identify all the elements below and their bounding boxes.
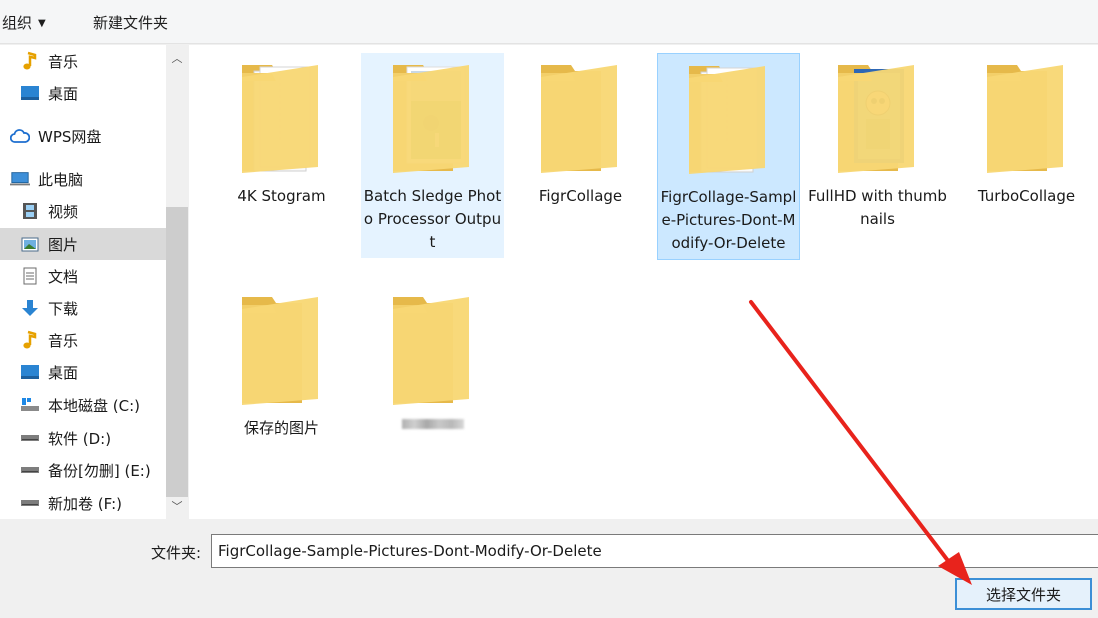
- computer-icon: [10, 170, 30, 188]
- scrollbar-thumb[interactable]: [166, 207, 188, 497]
- nav-item-label: WPS网盘: [38, 127, 102, 146]
- folder-name: 保存的图片: [243, 419, 319, 437]
- scroll-up-icon[interactable]: ︿: [166, 45, 188, 71]
- toolbar: 组织 ▼ 新建文件夹: [0, 0, 1098, 44]
- download-arrow-icon: [20, 299, 40, 317]
- folder-item[interactable]: FigrCollage-Sample-Pictures-Dont-Modify-…: [657, 53, 800, 260]
- caret-down-icon: ▼: [38, 18, 46, 29]
- nav-item[interactable]: 备份[勿删] (E:): [0, 454, 166, 486]
- folder-name: Batch Sledge Photo Processor Output: [363, 187, 502, 251]
- nav-item[interactable]: 音乐: [0, 45, 166, 77]
- nav-item[interactable]: 软件 (D:): [0, 422, 166, 454]
- nav-item[interactable]: 下载: [0, 292, 166, 324]
- navigation-pane: 音乐 桌面 WPS网盘 此电脑 视频 图片 文档 下载 音乐 桌面 本地磁盘 (C:) 软件 (D:)…: [0, 45, 188, 519]
- folder-icon: [383, 285, 483, 411]
- nav-item-label: 备份[勿删] (E:): [48, 461, 151, 480]
- folder-name: FigrCollage: [538, 187, 623, 205]
- folder-icon: [531, 53, 631, 179]
- nav-item-label: 文档: [48, 267, 79, 286]
- folder-item[interactable]: FigrCollage: [509, 53, 652, 212]
- document-icon: [20, 267, 40, 285]
- nav-item[interactable]: 文档: [0, 260, 166, 292]
- music-note-icon: [20, 51, 40, 70]
- folder-content-area: 4K Stogram Batch Sledge Photo Processor O…: [189, 45, 1098, 519]
- folder-icon: [977, 53, 1077, 179]
- dialog-footer: 文件夹: 选择文件夹: [0, 519, 1098, 618]
- nav-item-label: 音乐: [48, 52, 79, 71]
- folder-icon: [232, 53, 332, 179]
- desktop-icon: [20, 84, 40, 102]
- drive-icon: [20, 494, 40, 512]
- folder-name: 4K Stogram: [237, 187, 326, 205]
- folder-icon: [232, 285, 332, 411]
- nav-item[interactable]: 桌面: [0, 77, 166, 109]
- video-icon: [20, 202, 40, 220]
- folder-icon: [828, 53, 928, 179]
- folder-name-input[interactable]: [211, 534, 1098, 568]
- nav-item[interactable]: 图片: [0, 228, 166, 260]
- blurred-folder-name: [401, 419, 464, 429]
- cloud-icon: [10, 127, 30, 145]
- drive-icon: [20, 461, 40, 479]
- folder-item[interactable]: TurboCollage: [955, 53, 1098, 212]
- folder-icon: [383, 53, 483, 179]
- scroll-down-icon[interactable]: ﹀: [166, 493, 188, 519]
- nav-item-label: 图片: [48, 235, 79, 254]
- nav-item-label: 视频: [48, 202, 79, 221]
- nav-item[interactable]: 视频: [0, 195, 166, 227]
- drive-icon: [20, 429, 40, 447]
- nav-item-label: 软件 (D:): [48, 429, 112, 448]
- organize-menu-button[interactable]: 组织 ▼: [2, 12, 46, 33]
- folder-name: FullHD with thumbnails: [808, 187, 947, 228]
- nav-item-label: 下载: [48, 299, 79, 318]
- nav-item[interactable]: 此电脑: [0, 163, 166, 195]
- folder-name: TurboCollage: [977, 187, 1076, 205]
- nav-scrollbar[interactable]: ︿ ﹀: [166, 45, 188, 519]
- folder-field-label: 文件夹:: [151, 544, 202, 562]
- desktop-icon: [20, 363, 40, 381]
- nav-item-label: 桌面: [48, 363, 79, 382]
- select-folder-button[interactable]: 选择文件夹: [955, 578, 1092, 610]
- nav-item[interactable]: 本地磁盘 (C:): [0, 389, 166, 421]
- new-folder-button[interactable]: 新建文件夹: [93, 12, 168, 33]
- folder-item[interactable]: 保存的图片: [210, 285, 353, 444]
- nav-item[interactable]: 新加卷 (F:): [0, 487, 166, 519]
- folder-item[interactable]: Batch Sledge Photo Processor Output: [361, 53, 504, 258]
- folder-item[interactable]: 4K Stogram: [210, 53, 353, 212]
- nav-item[interactable]: 桌面: [0, 356, 166, 388]
- nav-item-label: 音乐: [48, 331, 79, 350]
- picture-icon: [20, 235, 40, 253]
- nav-item[interactable]: 音乐: [0, 324, 166, 356]
- system-drive-icon: [20, 396, 40, 414]
- nav-item-label: 桌面: [48, 84, 79, 103]
- folder-name: FigrCollage-Sample-Pictures-Dont-Modify-…: [660, 188, 797, 252]
- folder-icon: [679, 54, 779, 180]
- folder-item[interactable]: FullHD with thumbnails: [806, 53, 949, 235]
- nav-item-label: 本地磁盘 (C:): [48, 396, 140, 415]
- nav-item-label: 新加卷 (F:): [48, 494, 122, 513]
- nav-item-label: 此电脑: [38, 170, 84, 189]
- music-note-icon: [20, 330, 40, 349]
- nav-item[interactable]: WPS网盘: [0, 120, 166, 152]
- folder-item[interactable]: [361, 285, 504, 429]
- organize-label: 组织: [2, 14, 33, 32]
